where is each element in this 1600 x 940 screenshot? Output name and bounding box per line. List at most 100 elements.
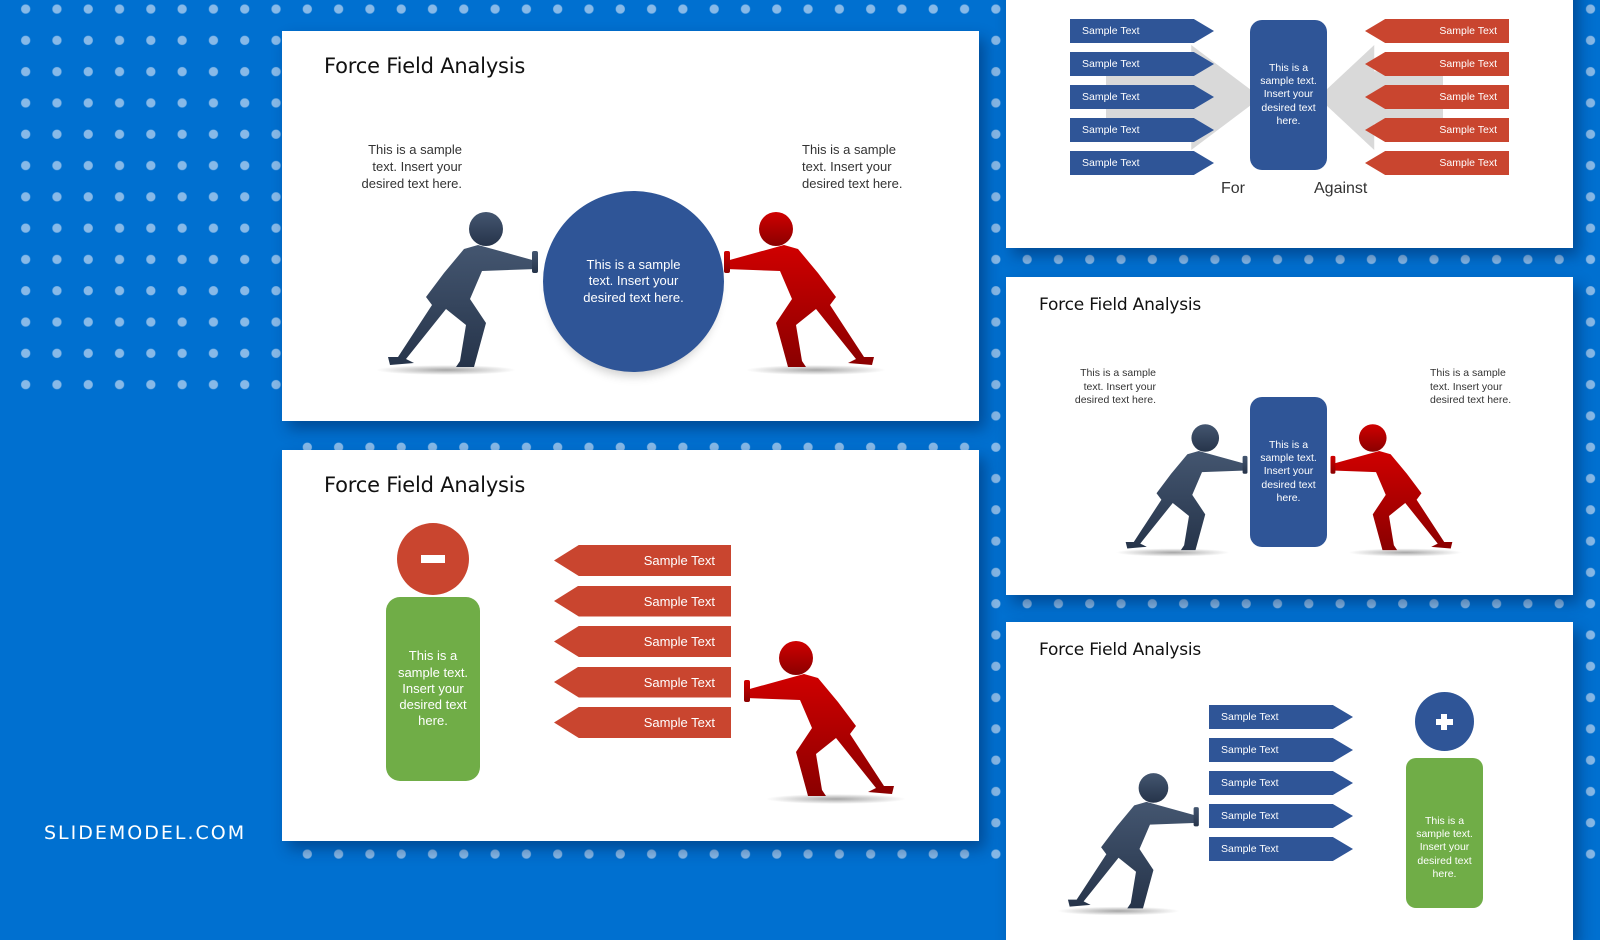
text-line: This is a sample	[368, 142, 462, 157]
for-force-arrow: Sample Text	[1209, 705, 1353, 729]
text-line: This is a sample	[1430, 367, 1506, 379]
arrow-label: Sample Text	[1221, 843, 1279, 855]
text-line: desired text here.	[583, 289, 684, 305]
arrow-label: Sample Text	[1082, 58, 1140, 70]
text-line: This is a	[408, 648, 458, 664]
arrow-label: Sample Text	[643, 593, 715, 609]
text-line: This is a sample	[586, 257, 681, 273]
text-line: This is a	[1424, 815, 1465, 828]
slidemodel-logo[interactable]: SLIDEMODEL.COM	[44, 822, 246, 844]
text-line: desired text here.	[1074, 394, 1156, 407]
slide-title: Force Field Analysis	[1039, 295, 1202, 315]
text-line: here.	[1276, 114, 1301, 127]
text-line: This is a sample	[802, 142, 896, 157]
minus-icon	[421, 555, 445, 563]
text-line: desired text here.	[1430, 394, 1512, 407]
background-plain-area	[0, 395, 290, 873]
arrow-label: Sample Text	[1439, 25, 1497, 37]
text-line: sample text.	[1260, 452, 1317, 465]
against-force-arrow: Sample Text	[1365, 85, 1509, 109]
for-force-arrow: Sample Text	[1070, 118, 1214, 142]
arrow-label: Sample Text	[643, 634, 715, 649]
against-force-arrow: Sample Text	[1365, 151, 1509, 175]
arrow-label: Sample Text	[1221, 777, 1279, 789]
arrow-label: Sample Text	[1221, 810, 1279, 822]
arrow-label: Sample Text	[643, 553, 715, 568]
arrow-label: Sample Text	[1439, 91, 1497, 103]
text-line: desired text	[1417, 854, 1472, 867]
right-sample-text: This is a sample text. Insert your desir…	[802, 142, 952, 193]
plus-circle	[1415, 692, 1474, 751]
arrow-label: Sample Text	[1221, 711, 1279, 723]
for-force-arrow: Sample Text	[1070, 151, 1214, 175]
for-force-arrow: Sample Text	[1209, 771, 1353, 795]
slide-for-forces[interactable]: Force Field Analysis Sample Text Sample T…	[1006, 622, 1573, 940]
blue-pusher-figure	[1115, 424, 1248, 557]
text-line: Insert your	[1263, 88, 1314, 101]
slide-for-against[interactable]: Sample Text Sample Text Sample Text Sample …	[1006, 0, 1573, 248]
for-label: For	[1221, 180, 1245, 197]
slide-circle-push[interactable]: Force Field Analysis This is a sample te…	[282, 31, 979, 421]
red-pusher-figure	[724, 212, 886, 375]
for-force-arrow: Sample Text	[1209, 738, 1353, 762]
for-force-arrow: Sample Text	[1209, 804, 1353, 828]
arrow-label: Sample Text	[1082, 91, 1140, 103]
against-force-arrow: Sample Text	[1365, 118, 1509, 142]
text-line: desired text	[1261, 101, 1316, 114]
text-line: here.	[1432, 867, 1457, 880]
red-pusher-figure	[1330, 424, 1463, 557]
text-line: sample text.	[397, 664, 469, 680]
green-box-text: This is a sample text. Insert your desir…	[1406, 758, 1483, 908]
center-pillar-text: This is a sample text. Insert your desir…	[1250, 397, 1327, 547]
text-line: text. Insert your	[1083, 380, 1156, 393]
against-label: Against	[1314, 180, 1368, 197]
arrow-label: Sample Text	[1439, 124, 1497, 136]
text-line: Insert your	[1263, 465, 1314, 478]
plus-icon	[1436, 714, 1453, 730]
for-force-arrow: Sample Text	[1070, 19, 1214, 43]
text-line: This is a sample	[1080, 367, 1156, 379]
slide-title: Force Field Analysis	[1039, 640, 1202, 660]
against-force-arrow: Sample Text	[1365, 19, 1509, 43]
arrow-label: Sample Text	[1082, 124, 1140, 136]
text-line: text. Insert your	[802, 158, 892, 174]
arrow-label: Sample Text	[1439, 157, 1497, 169]
against-force-arrow: Sample Text	[554, 707, 731, 738]
slide-pillar-push[interactable]: Force Field Analysis This is a sample te…	[1006, 277, 1573, 595]
text-line: desired text here.	[361, 175, 462, 191]
text-line: sample text.	[1416, 828, 1473, 841]
for-force-arrow: Sample Text	[1070, 85, 1214, 109]
against-force-arrow: Sample Text	[554, 666, 731, 698]
blue-pusher-figure	[1057, 773, 1199, 916]
arrow-label: Sample Text	[1439, 58, 1497, 70]
text-line: desired text here.	[802, 175, 903, 191]
minus-circle	[397, 523, 469, 595]
for-force-arrow: Sample Text	[1209, 837, 1353, 861]
arrow-label: Sample Text	[643, 715, 715, 730]
against-force-arrow: Sample Text	[554, 585, 731, 617]
text-line: sample text.	[1260, 75, 1317, 88]
arrow-label: Sample Text	[1082, 25, 1140, 37]
text-line: text. Insert your	[588, 273, 679, 289]
right-sample-text: This is a sample text. Insert your desir…	[1430, 367, 1550, 408]
against-force-arrow: Sample Text	[554, 626, 731, 657]
left-sample-text: This is a sample text. Insert your desir…	[1036, 367, 1156, 408]
arrow-label: Sample Text	[1221, 744, 1279, 756]
text-line: Insert your	[402, 680, 464, 696]
text-line: Insert your	[1419, 841, 1470, 854]
left-sample-text: This is a sample text. Insert your desir…	[332, 142, 462, 193]
against-force-arrow: Sample Text	[554, 545, 731, 576]
text-line: here.	[418, 713, 448, 729]
text-line: here.	[1276, 491, 1301, 504]
green-box-text: This is a sample text. Insert your desir…	[386, 597, 480, 781]
center-pillar-text: This is a sample text. Insert your desir…	[1250, 20, 1327, 170]
against-force-arrow: Sample Text	[1365, 52, 1509, 76]
slide-title: Force Field Analysis	[324, 54, 526, 78]
slide-against-forces[interactable]: Force Field Analysis This is a sample te…	[282, 450, 979, 841]
red-pusher-figure	[744, 641, 906, 804]
arrow-label: Sample Text	[643, 674, 715, 690]
arrow-label: Sample Text	[1082, 157, 1140, 169]
slide-title: Force Field Analysis	[324, 473, 526, 497]
text-line: text. Insert your	[372, 158, 462, 174]
text-line: This is a	[1268, 439, 1309, 452]
